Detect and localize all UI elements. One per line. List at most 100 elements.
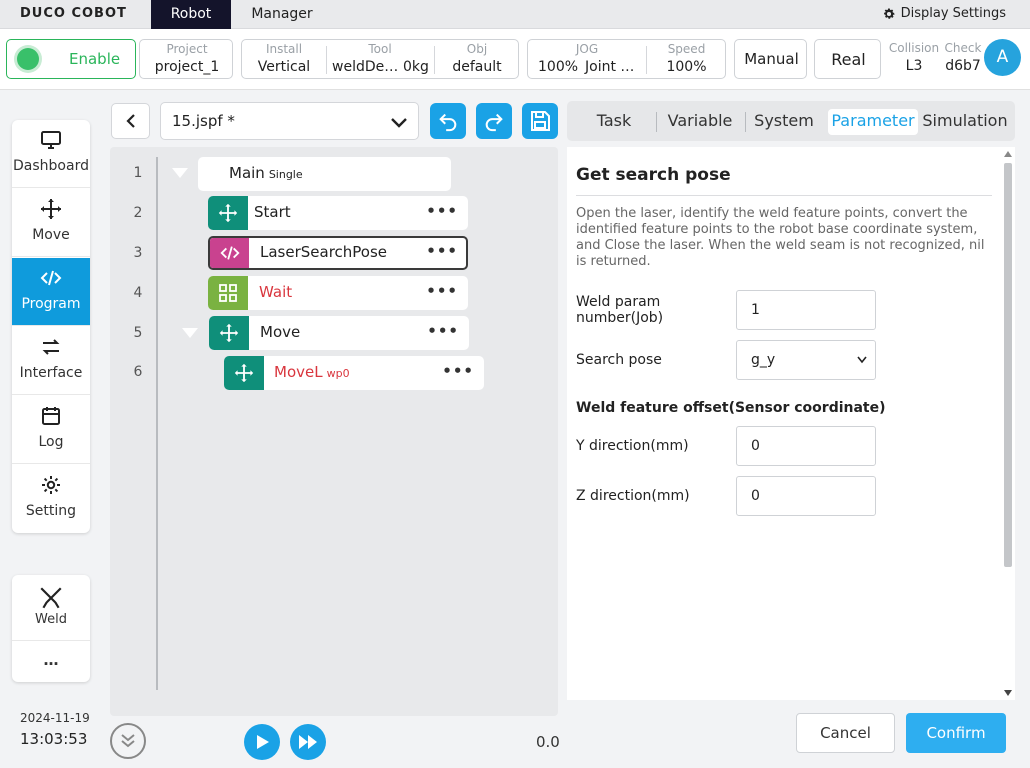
scroll-down-icon	[1004, 690, 1012, 696]
sidebar-item-setting[interactable]: Setting	[12, 465, 90, 533]
manual-label: Manual	[744, 50, 799, 68]
move-arrows-icon	[41, 199, 61, 219]
duco-logo: DUCO COBOT	[20, 6, 127, 21]
install-tool-obj-group[interactable]: Install Vertical Tool weldDe… 0kg Obj de…	[241, 39, 519, 79]
confirm-button[interactable]: Confirm	[906, 713, 1006, 753]
project-label: Project	[166, 42, 208, 56]
node-label: Wait	[259, 283, 293, 301]
search-pose-select[interactable]: g_y	[736, 340, 876, 380]
tab-system[interactable]: System	[752, 109, 816, 135]
undo-icon	[439, 113, 457, 132]
gear-icon	[42, 476, 60, 494]
check-label: Check	[944, 41, 982, 55]
top-nav-bar: DUCO COBOT Robot Manager Display Setting…	[0, 0, 1030, 29]
display-settings-button[interactable]: Display Settings	[882, 6, 1006, 21]
jog-label: JOG	[575, 42, 599, 56]
line-number: 2	[133, 205, 143, 221]
tab-manager[interactable]: Manager	[240, 0, 324, 29]
enable-button[interactable]: Enable	[6, 39, 136, 79]
program-file-select[interactable]: 15.jspf *	[160, 102, 419, 140]
node-label: Start	[254, 203, 291, 221]
node-label: MoveL wp0	[274, 363, 350, 381]
cancel-button[interactable]: Cancel	[796, 713, 895, 753]
node-menu-button[interactable]: •••	[426, 242, 458, 260]
system-date: 2024-11-19	[20, 711, 90, 725]
tree-node-lasersearchpose[interactable]: LaserSearchPose •••	[208, 236, 468, 270]
speed-readout: 0.0	[536, 733, 560, 751]
move-arrows-icon	[219, 323, 239, 343]
panel-scrollbar[interactable]	[1002, 149, 1013, 698]
undo-button[interactable]	[430, 103, 466, 139]
tree-node-move[interactable]: Move •••	[209, 316, 469, 350]
weld-torch-icon	[40, 587, 62, 609]
scrollbar-thumb[interactable]	[1004, 163, 1012, 567]
project-value: project_1	[154, 59, 220, 75]
parameter-panel: Get search pose Open the laser, identify…	[567, 147, 1015, 700]
node-menu-button[interactable]: •••	[427, 322, 459, 340]
check-value: d6b7	[945, 58, 981, 74]
project-selector[interactable]: Project project_1	[139, 39, 233, 79]
node-label: LaserSearchPose	[260, 243, 388, 261]
weld-label: Weld	[35, 612, 67, 627]
parameter-title: Get search pose	[576, 165, 731, 185]
speed-value: 100%	[666, 59, 707, 75]
move-arrows-icon	[218, 203, 238, 223]
tab-parameter[interactable]: Parameter	[828, 109, 918, 135]
collapse-triangle-icon[interactable]	[181, 327, 199, 339]
weld-param-label: Weld param number(Job)	[576, 294, 664, 326]
tab-variable[interactable]: Variable	[665, 109, 735, 135]
sidebar-item-log[interactable]: Log	[12, 396, 90, 464]
z-direction-input[interactable]: 0	[736, 476, 876, 516]
collapse-triangle-icon[interactable]	[171, 167, 189, 179]
run-button[interactable]	[244, 724, 280, 760]
tree-node-main[interactable]: Main Single	[198, 157, 451, 191]
redo-button[interactable]	[476, 103, 512, 139]
save-icon	[531, 111, 550, 131]
tree-node-start[interactable]: Start •••	[208, 196, 468, 230]
main-sidebar: Dashboard Move Program Interface Log Set…	[12, 120, 90, 533]
back-button[interactable]	[111, 103, 150, 139]
monitor-icon	[41, 131, 61, 149]
real-label: Real	[831, 50, 866, 69]
y-direction-label: Y direction(mm)	[576, 438, 689, 454]
move-arrows-icon	[234, 363, 254, 383]
tool-name: weldDe…	[332, 59, 399, 75]
save-button[interactable]	[522, 103, 558, 139]
sidebar-item-dashboard[interactable]: Dashboard	[12, 120, 90, 188]
tree-node-wait[interactable]: Wait •••	[208, 276, 468, 310]
node-menu-button[interactable]: •••	[426, 202, 458, 220]
sidebar-item-weld[interactable]: Weld	[12, 575, 90, 641]
tree-node-movel[interactable]: MoveL wp0 •••	[224, 356, 484, 390]
y-direction-input[interactable]: 0	[736, 426, 876, 466]
tab-simulation[interactable]: Simulation	[921, 109, 1009, 135]
user-avatar[interactable]: A	[984, 39, 1021, 76]
more-button[interactable]: …	[12, 651, 90, 669]
line-number: 1	[133, 165, 143, 181]
line-number: 3	[133, 245, 143, 261]
divider	[745, 112, 746, 132]
install-label: Install	[265, 42, 303, 56]
manual-mode-button[interactable]: Manual	[734, 39, 807, 79]
jog-percent: 100%	[538, 59, 579, 75]
weld-param-input[interactable]: 1	[736, 290, 876, 330]
sidebar-item-label: Move	[32, 227, 70, 243]
sidebar-item-move[interactable]: Move	[12, 189, 90, 257]
real-mode-button[interactable]: Real	[814, 39, 881, 79]
chevron-down-icon	[391, 118, 407, 128]
sidebar-item-program[interactable]: Program	[12, 258, 90, 326]
weld-sidebar: Weld …	[12, 575, 90, 682]
jog-speed-group[interactable]: JOG 100% Joint … Speed 100%	[527, 39, 726, 79]
step-run-button[interactable]	[290, 724, 326, 760]
obj-label: Obj	[466, 42, 488, 56]
chevron-left-icon	[126, 114, 135, 128]
node-menu-button[interactable]: •••	[426, 282, 458, 300]
node-label: Move	[260, 323, 301, 341]
node-menu-button[interactable]: •••	[442, 362, 474, 380]
sidebar-item-interface[interactable]: Interface	[12, 327, 90, 395]
tab-task[interactable]: Task	[587, 109, 641, 135]
play-icon	[257, 735, 269, 749]
sidebar-item-label: Setting	[25, 503, 77, 519]
collapse-all-button[interactable]	[110, 723, 146, 759]
parameter-description: Open the laser, identify the weld featur…	[576, 206, 985, 269]
tab-robot[interactable]: Robot	[151, 0, 231, 29]
